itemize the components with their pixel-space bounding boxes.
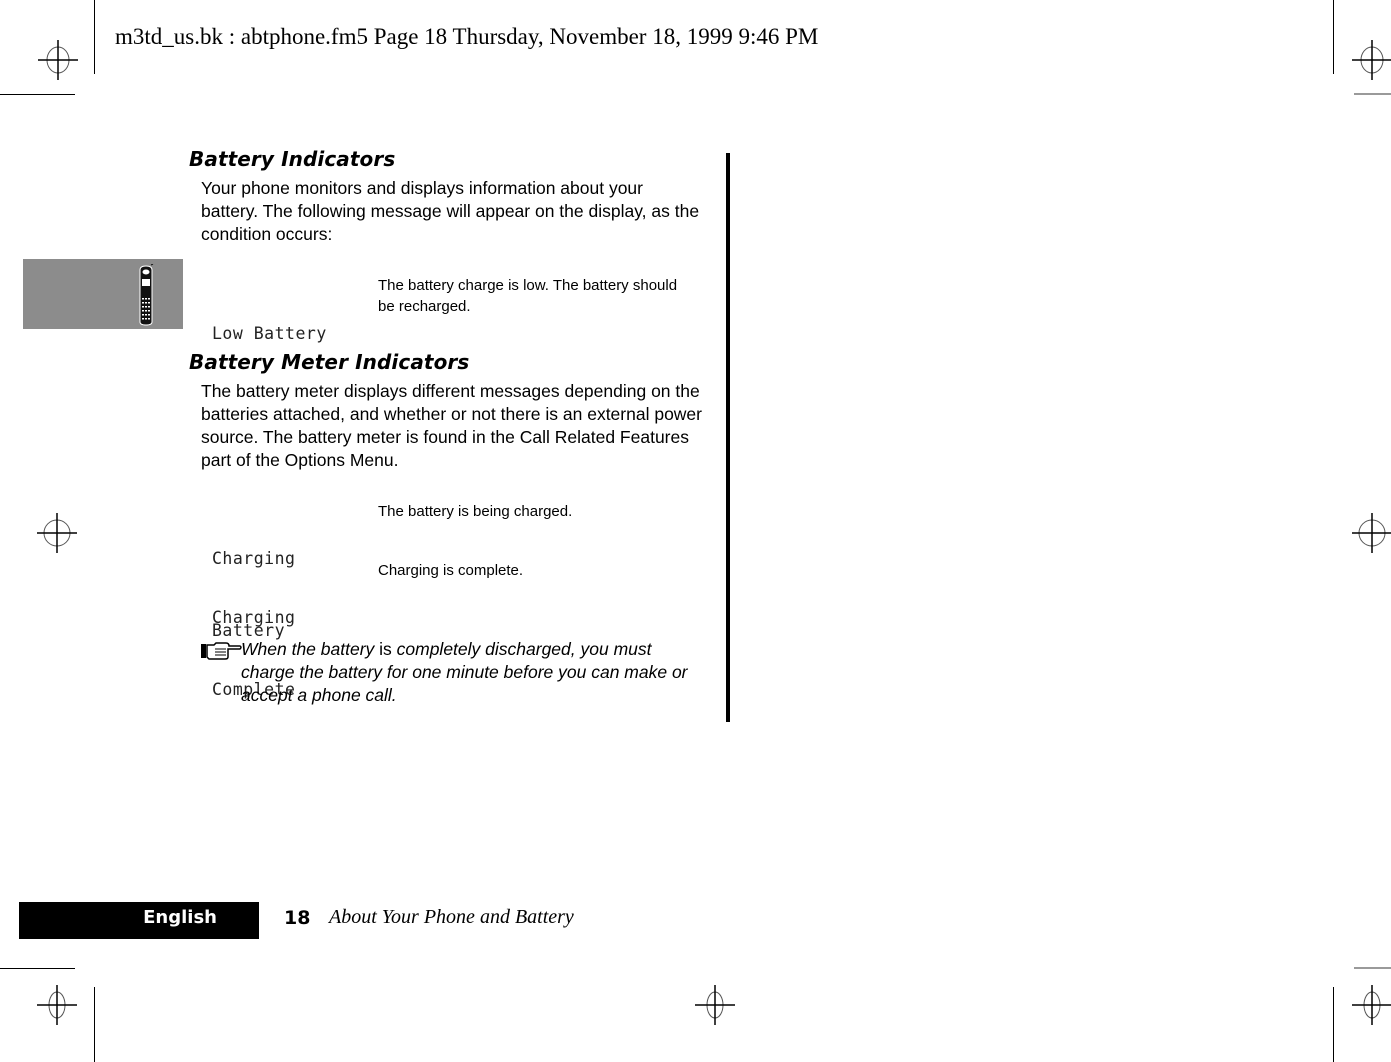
- column-rule: [726, 153, 730, 722]
- crop-mark-bottom-left-horizontal: [0, 968, 75, 969]
- section-heading-battery-indicators: Battery Indicators: [189, 147, 396, 171]
- chapter-title: About Your Phone and Battery: [329, 906, 574, 928]
- note-line: When the battery is completely discharge…: [241, 639, 652, 659]
- intro-line: condition occurs:: [201, 224, 333, 244]
- language-label: English: [143, 907, 217, 928]
- crop-mark-bottom-right-horizontal: [1354, 967, 1391, 969]
- page-number: 18: [284, 907, 311, 929]
- intro-line: Your phone monitors and displays informa…: [201, 178, 643, 198]
- mobile-phone-icon: [139, 264, 154, 326]
- print-header: m3td_us.bk : abtphone.fm5 Page 18 Thursd…: [115, 24, 819, 49]
- registration-mark-icon: [37, 513, 77, 553]
- registration-mark-icon: [1352, 985, 1391, 1025]
- registration-mark-icon: [38, 40, 78, 80]
- crop-mark-top-right-vertical: [1333, 0, 1334, 74]
- note-line: accept a phone call.: [241, 685, 397, 705]
- registration-mark-icon: [1352, 40, 1391, 80]
- message-description: Charging is complete.: [378, 560, 718, 581]
- crop-mark-top-left-vertical: [94, 0, 95, 74]
- section-intro-battery-meter: The battery meter displays different mes…: [201, 380, 726, 472]
- description-line: be recharged.: [378, 298, 471, 315]
- description-line: The battery is being charged.: [378, 503, 573, 520]
- crop-mark-top-left-horizontal: [0, 94, 75, 95]
- display-line: Charging: [212, 608, 296, 627]
- description-line: Charging is complete.: [378, 562, 524, 579]
- chapter-side-tab: [23, 259, 183, 329]
- registration-mark-icon: [37, 985, 77, 1025]
- registration-mark-icon: [695, 985, 735, 1025]
- registration-mark-icon: [1352, 513, 1391, 553]
- intro-line: part of the Options Menu.: [201, 450, 399, 470]
- note-line: charge the battery for one minute before…: [241, 662, 688, 682]
- section-intro-battery-indicators: Your phone monitors and displays informa…: [201, 177, 726, 246]
- display-line: Low Battery: [212, 324, 327, 343]
- message-description: The battery is being charged.: [378, 501, 718, 522]
- section-heading-battery-meter-indicators: Battery Meter Indicators: [189, 350, 470, 374]
- crop-mark-bottom-left-vertical: [94, 987, 95, 1062]
- crop-mark-bottom-right-vertical: [1333, 987, 1334, 1062]
- crop-mark-top-right-horizontal: [1354, 93, 1391, 95]
- intro-line: batteries attached, and whether or not t…: [201, 404, 702, 424]
- intro-line: battery. The following message will appe…: [201, 201, 700, 221]
- message-description: The battery charge is low. The battery s…: [378, 275, 718, 317]
- language-tab: English: [19, 902, 259, 939]
- intro-line: source. The battery meter is found in th…: [201, 427, 689, 447]
- intro-line: The battery meter displays different mes…: [201, 381, 700, 401]
- pointing-hand-icon: [201, 642, 242, 660]
- description-line: The battery charge is low. The battery s…: [378, 277, 678, 294]
- note-text: When the battery is completely discharge…: [241, 638, 721, 707]
